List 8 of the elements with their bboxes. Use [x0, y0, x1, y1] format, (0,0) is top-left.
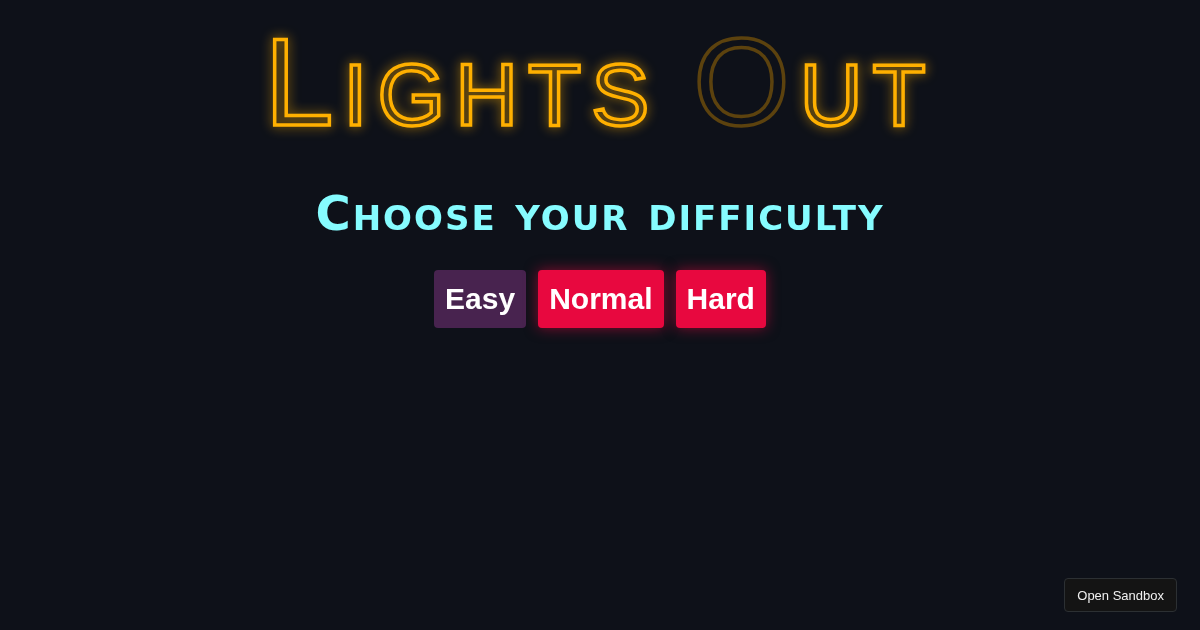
- difficulty-button[interactable]: Hard: [675, 269, 766, 328]
- difficulty-button[interactable]: Normal: [538, 269, 664, 328]
- neon-title-text: ut: [799, 20, 936, 144]
- unlit-title-letter: O: [693, 20, 800, 144]
- neon-title-text: Lights: [264, 20, 660, 144]
- difficulty-button[interactable]: Easy: [434, 269, 527, 328]
- difficulty-heading: Choose your difficulty: [315, 187, 885, 240]
- open-sandbox-button[interactable]: Open Sandbox: [1064, 578, 1177, 612]
